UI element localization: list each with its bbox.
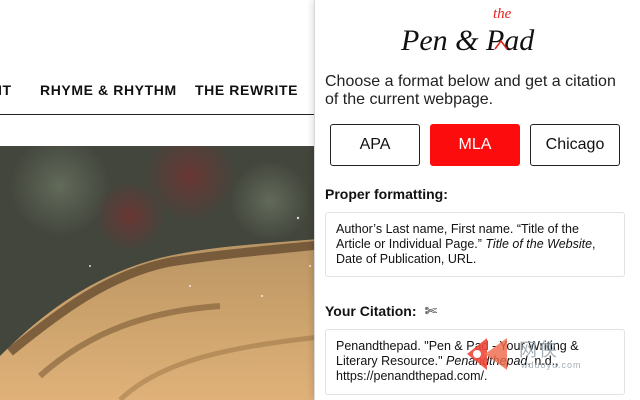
logo-the: the — [493, 6, 512, 22]
proper-formatting-box: Author’s Last name, First name. “Title o… — [325, 212, 625, 277]
proper-formatting-heading: Proper formatting: — [325, 186, 448, 202]
formatting-text-italic: Title of the Website — [485, 237, 593, 251]
hero-image — [0, 146, 330, 400]
mla-button[interactable]: MLA — [430, 124, 520, 166]
format-button-group: APA MLA Chicago — [330, 124, 626, 166]
nav-item-the-rewrite[interactable]: THE REWRITE — [195, 82, 298, 98]
nav-item-rhyme-and-rhythm[interactable]: RHYME & RHYTHM — [40, 82, 177, 98]
scissors-icon[interactable]: ✄ — [425, 303, 438, 320]
chicago-button[interactable]: Chicago — [530, 124, 620, 166]
your-citation-label: Your Citation: — [325, 303, 417, 319]
watermark-logo-icon — [467, 338, 507, 370]
intro-text: Choose a format below and get a citation… — [325, 73, 616, 108]
watermark-subtext: wduoyu.com — [521, 360, 582, 370]
your-citation-heading: Your Citation: ✄ — [325, 302, 437, 320]
apa-button[interactable]: APA — [330, 124, 420, 166]
logo-wordmark: Pen & Pad — [401, 24, 535, 57]
nav-item-partial[interactable]: IT — [0, 82, 12, 98]
watermark-text: 网侠 — [519, 340, 559, 360]
watermark: 网侠 wduoyu.com — [463, 332, 603, 376]
caret-icon — [494, 40, 508, 50]
pen-and-the-pad-logo: Pen & Pad the — [401, 6, 561, 62]
